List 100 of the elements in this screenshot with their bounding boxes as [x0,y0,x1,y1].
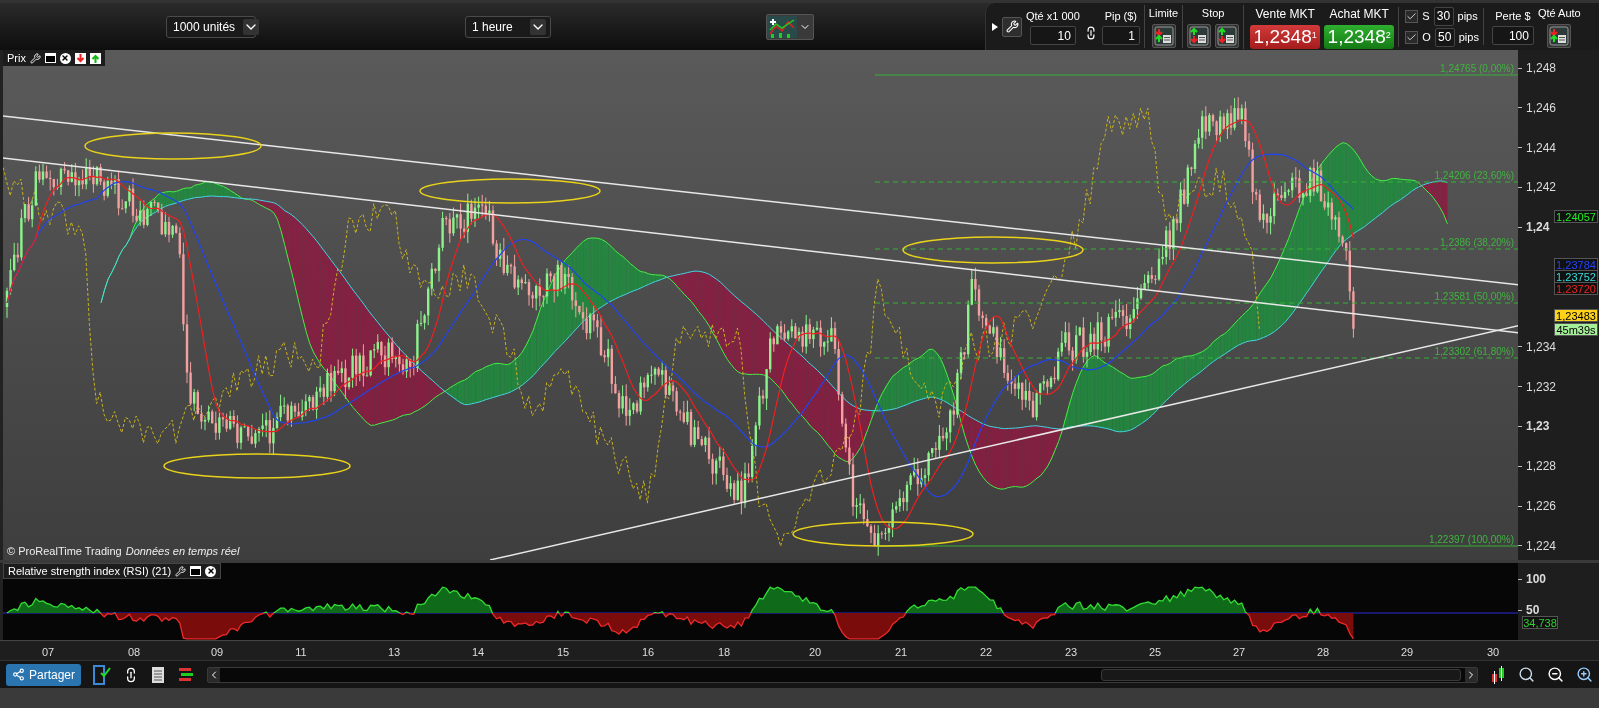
ellipse-annotation[interactable] [84,132,262,160]
limit-label: Limite [1148,6,1179,22]
pip-label: Pip ($) [1104,8,1138,24]
price-badge: 1,23720 [1554,282,1598,295]
price-badge: 1,23483 [1554,309,1598,322]
date-label: 27 [1232,645,1246,660]
caret-icon [530,18,546,35]
stop-letter: O [1422,29,1431,45]
ellipse-annotation[interactable] [792,521,974,547]
zoom-fit-icon[interactable] [1518,666,1535,683]
zoom-out-icon[interactable] [1547,666,1564,683]
layout-icon[interactable] [93,664,112,685]
pane-title: Relative strength index (RSI) (21) [8,563,172,579]
axis-tick-label: 50 [1526,603,1540,617]
date-label: 25 [1148,645,1162,660]
stop-label: Stop [1201,6,1225,22]
rsi-badge: 34,738 [1522,616,1558,629]
pips-unit: pips [1458,29,1479,45]
trend-line[interactable] [489,324,1518,560]
fibonacci-label: 1,23302 (61,80%) [1434,346,1514,357]
price-badge: 45m39s [1554,323,1598,336]
scroll-left-icon[interactable] [208,667,221,682]
sell-label: Vente MKT [1255,5,1315,23]
ellipse-annotation[interactable] [902,236,1084,264]
date-label: 22 [979,645,993,660]
pips-field[interactable]: 30 [1433,6,1454,26]
ellipse-annotation[interactable] [163,453,351,479]
checkbox[interactable] [1405,9,1419,23]
share-button[interactable]: Partager [6,663,82,686]
axis-tick-label: 1,224 [1526,538,1557,553]
list-icon[interactable] [151,665,166,684]
date-label: 07 [41,645,55,660]
bars-icon[interactable] [177,665,196,684]
zoom-in-icon[interactable] [1576,666,1593,683]
fibonacci-label: 1,24765 (0,00%) [1440,63,1514,74]
date-label: 11 [295,645,307,660]
axis-tick-label: 1,246 [1526,100,1557,115]
date-label: 14 [471,645,485,660]
date-label: 30 [1486,645,1500,660]
candlestick-icon[interactable] [1490,665,1506,684]
realtime-note: Données en temps réel [125,544,240,559]
trailing-stop-button[interactable] [1215,23,1240,48]
window-icon[interactable] [190,566,202,576]
expand-arrow-icon[interactable] [992,22,998,31]
ellipse-annotation[interactable] [419,178,601,204]
axis-tick-label: 100 [1526,572,1547,586]
indicator-icon [767,15,797,38]
order-document-icon [1188,24,1211,47]
wrench-icon[interactable] [175,565,187,577]
fibonacci-label: 1,24206 (23,60%) [1434,170,1514,181]
axis-tick-label: 1,244 [1526,140,1557,155]
caret-icon [243,18,260,35]
buy-label: Achat MKT [1329,5,1389,23]
limit-order-button[interactable] [1151,23,1176,48]
stop-letter: S [1422,8,1430,24]
chart-type-button[interactable] [766,13,814,40]
download-icon[interactable] [74,52,86,64]
trend-line[interactable] [3,115,1518,286]
check-icon [1406,10,1418,22]
axis-tick-label: 1,248 [1526,61,1557,75]
trend-line[interactable] [3,157,1518,334]
stop-order-button[interactable] [1187,23,1212,48]
order-document-icon [1548,24,1571,47]
loss-field[interactable]: 100 [1491,26,1534,46]
check-icon [1406,31,1418,43]
dropdown[interactable]: 1000 unités [166,15,256,38]
pane-title: Prix [7,50,26,66]
scroll-right-icon[interactable] [1465,667,1477,682]
pips-field[interactable]: 50 [1434,27,1455,47]
auto-quantity-label: Qté Auto [1537,6,1581,22]
checkbox[interactable] [1405,30,1419,44]
price-badge: 1,24057 [1554,210,1598,223]
date-label: 20 [808,645,822,660]
dropdown[interactable]: 1 heure [465,15,551,38]
axis-tick-label: 1,242 [1526,180,1557,195]
auto-quantity-button[interactable] [1547,23,1572,48]
axis-tick-label: 1,234 [1526,339,1557,354]
close-icon[interactable] [205,565,217,577]
pips-unit: pips [1457,8,1478,24]
share-icon [12,668,25,681]
pip-field[interactable]: 1 [1101,26,1140,46]
window-icon[interactable] [44,53,56,63]
settings-button[interactable] [1002,16,1022,37]
axis-tick-label: 1,226 [1526,499,1557,514]
wrench-icon[interactable] [29,52,41,64]
axis-tick-label: 1,24 [1526,220,1550,235]
order-document-icon [1216,24,1239,47]
wrench-icon [1005,20,1019,33]
loss-label: Perte $ [1495,8,1531,24]
date-label: 16 [641,645,655,660]
upload-icon[interactable] [89,52,101,64]
sell-button[interactable]: 1,2348$^{1}$ [1250,24,1321,49]
close-icon[interactable] [59,52,71,64]
order-document-icon [1152,24,1175,47]
copyright-text: © ProRealTime Trading [7,544,122,559]
date-label: 29 [1400,645,1414,660]
fibonacci-label: 1,22397 (100,00%) [1428,534,1514,545]
quantity-field[interactable]: 10 [1029,26,1076,46]
buy-button[interactable]: 1,2348$^{2}$ [1324,24,1395,49]
date-label: 15 [556,645,570,660]
